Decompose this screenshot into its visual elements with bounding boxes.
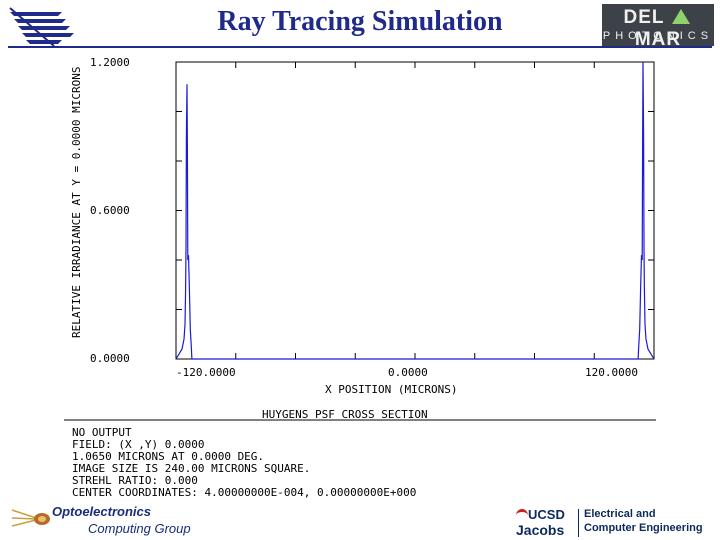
brand-line2: PHOTONICS bbox=[602, 30, 714, 42]
plot-frame bbox=[175, 61, 655, 360]
brand-logo: DEL MAR PHOTONICS bbox=[602, 4, 714, 50]
x-tick-label-left: -120.0000 bbox=[176, 366, 236, 379]
org-line1: Optoelectronics bbox=[52, 504, 151, 519]
ucsd-swoosh-icon bbox=[516, 509, 528, 522]
note-line: CENTER COORDINATES: 4.00000000E-004, 0.0… bbox=[72, 486, 416, 499]
dept-line1: Electrical and bbox=[584, 508, 656, 520]
logo-divider bbox=[578, 509, 579, 537]
brand-line1: DEL MAR bbox=[602, 7, 714, 51]
psf-chart: 1.2000 0.6000 0.0000 -120.0000 0.0000 12… bbox=[64, 56, 656, 499]
x-tick-label-center: 0.0000 bbox=[388, 366, 428, 379]
x-axis-label: X POSITION (MICRONS) bbox=[325, 383, 457, 396]
x-tick-marks bbox=[175, 62, 655, 359]
y-tick-label-top: 1.2000 bbox=[90, 56, 130, 69]
ucsd-line2: Jacobs bbox=[516, 522, 565, 538]
x-tick-label-right: 120.0000 bbox=[585, 366, 638, 379]
org-logo: Optoelectronics Computing Group bbox=[10, 500, 210, 540]
series-line bbox=[175, 61, 655, 360]
fiber-icon bbox=[11, 509, 50, 527]
dept-line2: Computer Engineering bbox=[584, 522, 703, 534]
y-tick-label-mid: 0.6000 bbox=[90, 204, 130, 217]
chart-title: HUYGENS PSF CROSS SECTION bbox=[262, 408, 428, 421]
ucsd-logo: UCSD Jacobs Electrical and Computer Engi… bbox=[512, 505, 712, 539]
mountain-icon bbox=[672, 9, 691, 24]
y-tick-label-bottom: 0.0000 bbox=[90, 352, 130, 365]
y-axis-label: RELATIVE IRRADIANCE AT Y = 0.0000 MICRON… bbox=[70, 66, 83, 338]
org-line2: Computing Group bbox=[88, 521, 191, 536]
ucsd-line1: UCSD bbox=[528, 507, 565, 522]
y-tick-marks bbox=[176, 61, 654, 360]
brand-line1-left: DEL bbox=[623, 7, 665, 28]
